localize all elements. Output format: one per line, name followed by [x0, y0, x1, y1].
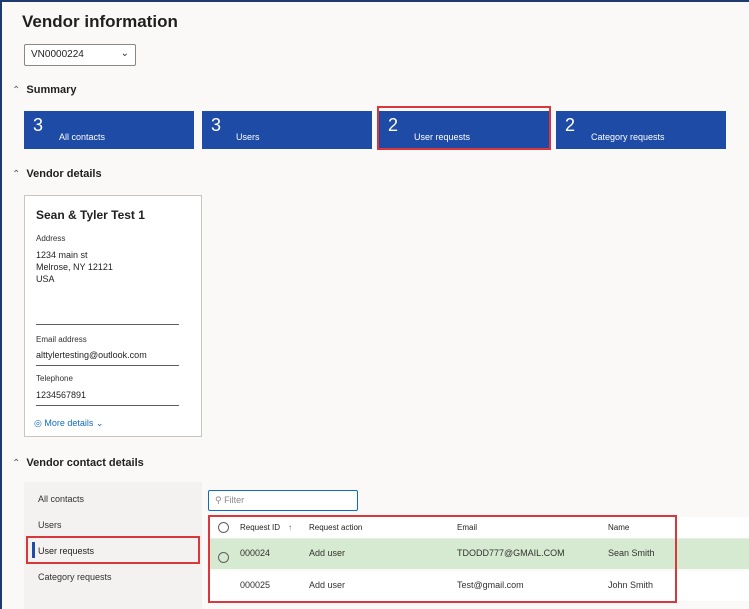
vendor-card: Sean & Tyler Test 1 Address 1234 main st…	[24, 195, 202, 437]
vendor-select[interactable]: VN0000224 ⌄	[24, 44, 136, 66]
address-line-1: 1234 main st	[36, 250, 88, 260]
tile-label: All contacts	[59, 132, 106, 142]
highlight-box	[377, 106, 551, 150]
page-title: Vendor information	[22, 12, 178, 31]
nav-item-category-requests[interactable]: Category requests	[38, 572, 112, 582]
vendor-select-value: VN0000224	[31, 49, 84, 60]
collapse-caret-icon: ⌃	[12, 458, 21, 469]
tile-all-contacts[interactable]: 3 All contacts	[24, 111, 194, 149]
address-label: Address	[36, 234, 66, 243]
address-line-3: USA	[36, 274, 55, 284]
summary-section-header[interactable]: ⌃ Summary	[12, 84, 77, 96]
vendor-details-header-label: Vendor details	[26, 168, 102, 180]
filter-placeholder-text: Filter	[224, 495, 245, 505]
more-details-link[interactable]: ◎ More details ⌄	[34, 418, 103, 429]
telephone-label: Telephone	[36, 374, 73, 383]
vendor-name: Sean & Tyler Test 1	[36, 208, 145, 222]
tile-category-requests[interactable]: 2 Category requests	[556, 111, 726, 149]
filter-placeholder: ⚲ Filter	[215, 495, 244, 506]
tile-label: Users	[236, 132, 260, 142]
tile-count: 2	[565, 115, 576, 135]
address-line-2: Melrose, NY 12121	[36, 262, 113, 272]
highlight-box	[208, 515, 677, 603]
search-icon: ⚲	[215, 495, 222, 505]
vendor-details-section-header[interactable]: ⌃ Vendor details	[12, 168, 102, 180]
filter-input[interactable]: ⚲ Filter	[208, 490, 358, 511]
email-label: Email address	[36, 335, 87, 344]
more-details-label: More details	[44, 418, 94, 428]
tile-users[interactable]: 3 Users	[202, 111, 372, 149]
nav-item-all-contacts[interactable]: All contacts	[38, 494, 84, 504]
field-underline	[36, 405, 179, 406]
collapse-caret-icon: ⌃	[12, 169, 21, 180]
chevron-down-icon: ⌄	[120, 48, 129, 59]
email-value[interactable]: alttylertesting@outlook.com	[36, 349, 147, 361]
summary-header-label: Summary	[26, 84, 77, 96]
field-underline	[36, 324, 179, 325]
field-underline	[36, 365, 179, 366]
contact-details-section-header[interactable]: ⌃ Vendor contact details	[12, 457, 144, 469]
highlight-box	[26, 536, 200, 564]
tile-count: 3	[33, 115, 44, 135]
collapse-caret-icon: ⌃	[12, 85, 21, 96]
chevron-down-icon: ⌄	[95, 418, 104, 428]
more-details-icon: ◎	[34, 418, 42, 428]
nav-item-users[interactable]: Users	[38, 520, 62, 530]
tile-count: 3	[211, 115, 222, 135]
telephone-value[interactable]: 1234567891	[36, 389, 86, 401]
contact-details-header-label: Vendor contact details	[26, 457, 144, 469]
page-frame: Vendor information VN0000224 ⌄ ⌃ Summary …	[0, 0, 749, 609]
tile-label: Category requests	[591, 132, 665, 142]
